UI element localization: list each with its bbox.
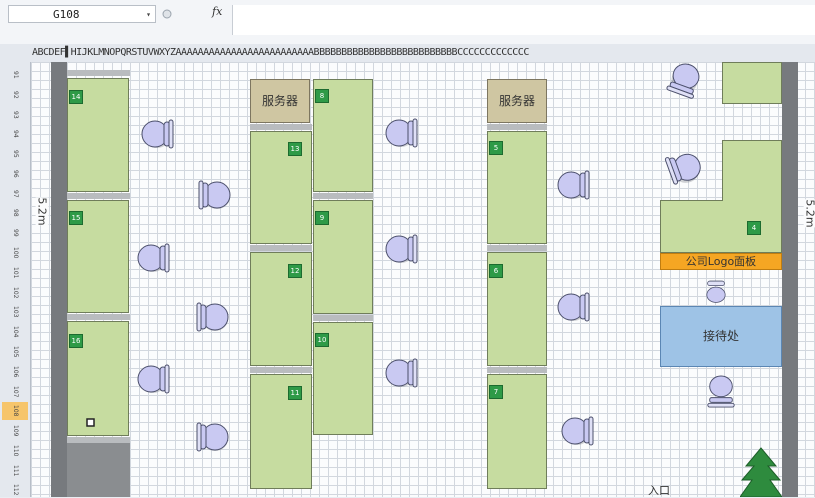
desk-number: 11 — [288, 386, 302, 400]
top-right-desk[interactable] — [722, 62, 782, 104]
desk-number: 4 — [747, 221, 761, 235]
chair-icon — [707, 375, 735, 408]
desk-number: 7 — [489, 385, 503, 399]
row-label[interactable]: 100 — [2, 244, 28, 262]
desk-divider — [67, 193, 130, 199]
right-wall — [782, 62, 798, 497]
logo-board[interactable]: 公司Logo面板 — [660, 253, 782, 270]
resize-handle-icon[interactable] — [162, 8, 172, 20]
desk-number: 16 — [69, 334, 83, 348]
desk-number: 12 — [288, 264, 302, 278]
chair-icon — [137, 243, 170, 273]
desk-4-joint — [723, 199, 781, 202]
desk-number: 9 — [315, 211, 329, 225]
chair-icon — [706, 280, 726, 303]
row-label[interactable]: 103 — [2, 303, 28, 321]
row-label[interactable]: 110 — [2, 442, 28, 460]
desk-number: 14 — [69, 90, 83, 104]
chair-icon — [561, 416, 594, 446]
dimension-left: 5.2m — [35, 197, 49, 226]
formula-bar: G108 ▾ fx — [0, 0, 815, 45]
row-label[interactable]: 106 — [2, 363, 28, 381]
column-header[interactable]: ABCDEF▌HIJKLMNOPQRSTUVWXYZAAAAAAAAAAAAAA… — [0, 44, 815, 63]
desk-divider — [67, 314, 130, 320]
row-label[interactable]: 112 — [2, 481, 28, 497]
row-label[interactable]: 104 — [2, 323, 28, 341]
row-label[interactable]: 99 — [2, 224, 28, 242]
name-box-dropdown-icon[interactable]: ▾ — [146, 6, 151, 24]
desk-divider — [67, 437, 130, 443]
chair-icon — [196, 302, 229, 332]
desk-12[interactable] — [250, 252, 312, 366]
name-box-value: G108 — [53, 8, 80, 21]
row-label[interactable]: 96 — [2, 165, 28, 183]
row-label[interactable]: 92 — [2, 86, 28, 104]
tree-icon — [740, 447, 782, 497]
desk-number: 5 — [489, 141, 503, 155]
entrance-label: 入口 — [648, 484, 670, 497]
desk-divider — [67, 70, 130, 76]
dimension-right: 5.2m — [803, 199, 815, 228]
fx-area: fx — [160, 5, 230, 23]
reception-desk[interactable]: 接待处 — [660, 306, 782, 367]
desk-4-lower[interactable] — [660, 200, 782, 253]
chair-icon — [557, 292, 590, 322]
desk-11[interactable] — [250, 374, 312, 489]
row-label[interactable]: 95 — [2, 145, 28, 163]
row-label[interactable]: 101 — [2, 264, 28, 282]
name-box[interactable]: G108 ▾ — [8, 5, 156, 23]
left-corridor-block — [67, 443, 130, 497]
chair-icon — [385, 358, 418, 388]
server-rack-left[interactable]: 服务器 — [250, 79, 310, 123]
chair-icon — [141, 119, 174, 149]
row-label[interactable]: 94 — [2, 125, 28, 143]
desk-number: 10 — [315, 333, 329, 347]
server-rack-right[interactable]: 服务器 — [487, 79, 547, 123]
chair-icon — [557, 170, 590, 200]
desk-divider — [313, 193, 373, 199]
row-header[interactable]: 91 92 93 94 95 96 97 98 99 100 101 102 103 104 105 106 1… — [0, 62, 31, 497]
chair-icon — [198, 180, 231, 210]
chair-icon — [196, 422, 229, 452]
row-label[interactable]: 98 — [2, 204, 28, 222]
desk-divider — [313, 315, 373, 321]
row-label[interactable]: 109 — [2, 422, 28, 440]
desk-divider — [250, 245, 312, 251]
row-label[interactable]: 91 — [2, 66, 28, 84]
row-label[interactable]: 111 — [2, 461, 28, 479]
desk-number: 15 — [69, 211, 83, 225]
desk-divider — [487, 245, 547, 251]
desk-divider — [487, 124, 547, 130]
row-label[interactable]: 102 — [2, 284, 28, 302]
row-label[interactable]: 108 — [2, 402, 28, 420]
desk-number: 6 — [489, 264, 503, 278]
column-letters: ABCDEF▌HIJKLMNOPQRSTUVWXYZAAAAAAAAAAAAAA… — [32, 47, 529, 58]
chair-icon — [137, 364, 170, 394]
desk-13[interactable] — [250, 131, 312, 244]
desk-divider — [250, 124, 312, 130]
row-label[interactable]: 93 — [2, 106, 28, 124]
cursor-square-icon — [86, 418, 95, 427]
left-wall — [51, 62, 67, 497]
formula-input[interactable] — [232, 5, 815, 35]
desk-divider — [487, 367, 547, 373]
row-label[interactable]: 105 — [2, 343, 28, 361]
insert-function-icon[interactable]: fx — [212, 5, 222, 18]
chair-icon — [385, 118, 418, 148]
chair-icon — [385, 234, 418, 264]
row-label[interactable]: 97 — [2, 185, 28, 203]
desk-number: 13 — [288, 142, 302, 156]
desk-number: 8 — [315, 89, 329, 103]
row-label[interactable]: 107 — [2, 382, 28, 400]
desk-divider — [250, 367, 312, 373]
